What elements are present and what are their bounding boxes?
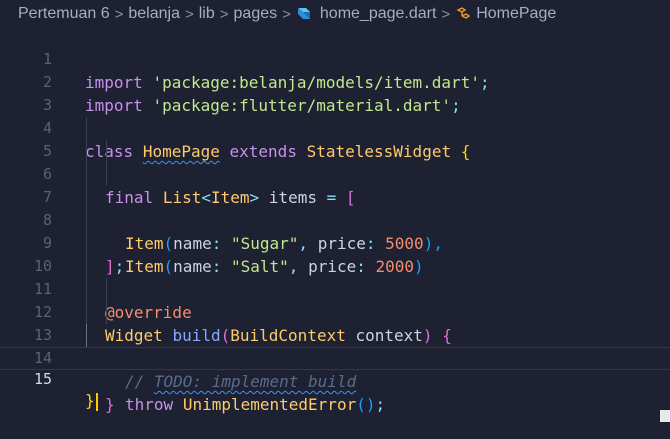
indent-guide: [86, 278, 87, 301]
chevron-right-icon: >: [282, 5, 291, 23]
indent-guide: [86, 324, 87, 347]
token-type: UnimplementedError: [182, 395, 357, 414]
code-line-current[interactable]: 15 }: [0, 347, 670, 411]
code-line[interactable]: 3: [0, 71, 670, 114]
code-line[interactable]: 7 Item(name: "Salt", price: 2000): [0, 163, 670, 276]
line-code: }: [85, 390, 98, 411]
code-line[interactable]: 14 }: [0, 324, 670, 414]
token-comment: //: [125, 372, 154, 391]
indent-guide: [106, 163, 107, 186]
breadcrumb-item-pages[interactable]: pages: [234, 5, 278, 23]
code-line[interactable]: 1 import 'package:belanja/models/item.da…: [0, 25, 670, 92]
chevron-right-icon: >: [184, 5, 194, 23]
code-editor[interactable]: 1 import 'package:belanja/models/item.da…: [0, 25, 670, 414]
chevron-right-icon: >: [219, 5, 229, 23]
indent-guide: [86, 209, 87, 232]
line-code: throw UnimplementedError();: [125, 393, 385, 416]
breadcrumb-symbol-label: HomePage: [476, 5, 557, 22]
indent-guide: [106, 301, 107, 324]
token-bracket: }: [85, 391, 95, 410]
code-line[interactable]: 12 // TODO: implement build: [0, 278, 670, 391]
indent-guide: [86, 255, 87, 278]
text-cursor: [95, 392, 98, 411]
token-bracket: (): [356, 395, 376, 414]
token-comment-todo[interactable]: TODO: implement build: [154, 372, 356, 391]
chevron-right-icon: >: [114, 5, 124, 23]
indent-guide: [86, 301, 87, 324]
token-keyword: throw: [125, 395, 174, 414]
indent-guide: [86, 117, 87, 140]
breadcrumb: Pertemuan 6 > belanja > lib > pages > ho…: [0, 0, 670, 28]
breadcrumb-file-label: home_page.dart: [319, 5, 437, 22]
code-line[interactable]: 2 import 'package:flutter/material.dart'…: [0, 48, 670, 115]
scrollbar-corner: [660, 410, 670, 422]
breadcrumb-item-project[interactable]: belanja: [128, 5, 180, 23]
line-code: // TODO: implement build: [125, 370, 356, 393]
line-number-current: 15: [33, 370, 52, 388]
code-line[interactable]: 10 @override: [0, 232, 670, 322]
line-code: }: [105, 393, 115, 416]
code-line[interactable]: 13 throw UnimplementedError();: [0, 301, 670, 414]
code-line[interactable]: 6 Item(name: "Sugar", price: 5000),: [0, 140, 670, 253]
indent-guide: [86, 163, 87, 186]
indent-guide: [106, 140, 107, 163]
breadcrumb-item-file[interactable]: home_page.dart: [296, 5, 437, 23]
breadcrumb-item-symbol[interactable]: HomePage: [455, 5, 556, 23]
dart-icon: [297, 7, 310, 19]
indent-guide: [106, 278, 107, 301]
indent-guide: [86, 232, 87, 255]
breadcrumb-item-folder[interactable]: Pertemuan 6: [18, 5, 110, 23]
code-line[interactable]: 4 class HomePage extends StatelessWidget…: [0, 94, 670, 161]
code-line[interactable]: 11 Widget build(BuildContext context) {: [0, 255, 670, 345]
code-line[interactable]: 5 final List<Item> items = [: [0, 117, 670, 207]
token-bracket: }: [105, 395, 115, 414]
indent-guide: [86, 140, 87, 163]
code-line[interactable]: 8 ];: [0, 186, 670, 276]
breadcrumb-item-lib[interactable]: lib: [199, 5, 215, 23]
code-line[interactable]: 9: [0, 209, 670, 252]
indent-guide: [86, 186, 87, 209]
class-symbol-icon: [456, 6, 471, 19]
token-punctuation: ;: [375, 395, 386, 414]
chevron-right-icon: >: [441, 5, 451, 23]
